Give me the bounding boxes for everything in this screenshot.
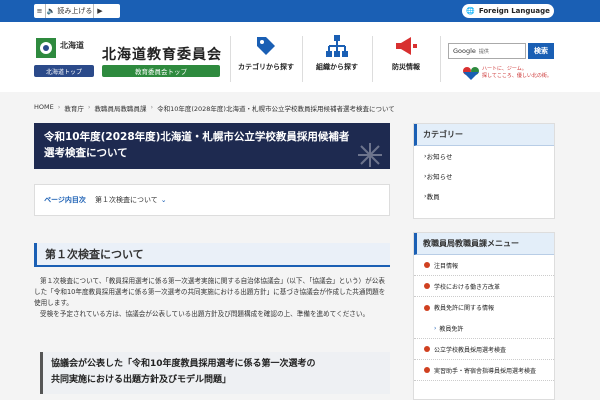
- toc-link-label: 第１次検査について: [95, 196, 158, 204]
- divider: [372, 36, 373, 82]
- search-placeholder: Google: [453, 47, 476, 55]
- menu-item[interactable]: 学校における働き方改革: [414, 276, 554, 297]
- bullet-icon: [424, 346, 430, 352]
- slogan-line: 探してこころ、優しい北の街。: [482, 73, 552, 79]
- tag-icon: [257, 37, 275, 55]
- division-menu: 教職員局教職員課メニュー 注目情報 学校における働き方改革 教員免許に関する情報…: [413, 232, 555, 400]
- hokkaido-logo-icon[interactable]: [36, 38, 56, 58]
- org-chart-icon: [326, 35, 348, 57]
- breadcrumb-item[interactable]: 教育庁: [64, 103, 84, 113]
- speaker-icon: 🔈: [46, 7, 56, 15]
- category-item[interactable]: › 教員: [414, 186, 554, 206]
- breadcrumb-home[interactable]: HOME: [34, 103, 54, 113]
- menu-icon[interactable]: ≡: [34, 4, 46, 18]
- nav-category-label: カテゴリから探す: [238, 63, 294, 71]
- divider: [302, 36, 303, 82]
- menu-item[interactable]: 公立学校教員採用選考検査: [414, 339, 554, 360]
- nav-disaster[interactable]: 防災情報: [376, 34, 436, 84]
- search-provider-hint: 提供: [478, 48, 489, 55]
- category-title: カテゴリー: [414, 124, 554, 146]
- subsection-heading-line: 協議会が公表した「令和10年度教員採用選考に係る第一次選考の: [51, 359, 316, 369]
- bullet-icon: [424, 283, 430, 289]
- menu-item-label: 公立学校教員採用選考検査: [434, 346, 507, 354]
- section-heading: 第１次検査について: [34, 243, 390, 267]
- category-panel: カテゴリー › お知らせ › お知らせ › 教員: [413, 123, 555, 219]
- foreign-language-label: Foreign Language: [478, 7, 550, 15]
- page-title: 令和10年度(2028年度)北海道・札幌市公立学校教員採用候補者 選考検査につい…: [34, 123, 390, 169]
- breadcrumb-separator-icon: ›: [57, 103, 61, 111]
- play-icon[interactable]: ▶: [94, 4, 106, 18]
- section-body: 第１次検査について、「教員採用選考に係る第一次選考実施に関する自治体協議会」(以…: [34, 276, 390, 320]
- chevron-down-icon: ⌄: [160, 196, 167, 204]
- subsection-heading-line: 共同実施における出題方針及びモデル問題」: [51, 375, 232, 385]
- menu-item-label: 教員免許: [439, 325, 464, 333]
- heart-logo-icon: [463, 67, 479, 80]
- toc-label: ページ内目次: [44, 196, 86, 204]
- menu-item-label: 学校における働き方改革: [434, 283, 501, 291]
- subsection-heading: 協議会が公表した「令和10年度教員採用選考に係る第一次選考の 共同実施における出…: [40, 352, 390, 394]
- slogan: ハートに、ジーム。 探してこころ、優しい北の街。: [482, 66, 552, 80]
- paragraph: 受検を予定されている方は、協議会が公表している出題方針及び問題構成を確認の上、準…: [40, 310, 370, 318]
- breadcrumb-item[interactable]: 教職員局教職員課: [94, 103, 146, 113]
- page-title-line: 選考検査について: [44, 147, 128, 159]
- hokkaido-top-link[interactable]: 北海道トップ: [34, 65, 94, 77]
- category-item-label: お知らせ: [426, 153, 453, 161]
- breadcrumb: HOME › 教育庁 › 教職員局教職員課 › 令和10年度(2028年度)北海…: [34, 103, 395, 113]
- bullet-icon: [424, 304, 430, 311]
- read-aloud-label: 読み上げる: [57, 7, 93, 15]
- nav-disaster-label: 防災情報: [392, 63, 420, 71]
- breadcrumb-current: 令和10年度(2028年度)北海道・札幌市公立学校教員採用候補者選考検査について: [157, 105, 395, 113]
- menu-item-label: 教員免許に関する情報: [434, 305, 495, 312]
- chevron-right-icon: ›: [434, 324, 437, 332]
- megaphone-icon: [396, 37, 417, 55]
- menu-item-label: 実習助手・寄宿舎指導員採用選考検査: [434, 367, 537, 375]
- breadcrumb-separator-icon: ›: [150, 103, 154, 111]
- slogan-line: ハートに、ジーム。: [482, 66, 527, 72]
- category-item-label: お知らせ: [426, 173, 453, 181]
- menu-item-label: 注目情報: [434, 262, 459, 270]
- category-item[interactable]: › お知らせ: [414, 146, 554, 166]
- bullet-icon: [424, 262, 430, 268]
- toc-link[interactable]: 第１次検査について ⌄: [95, 195, 167, 205]
- page-toc: ページ内目次 第１次検査について ⌄: [34, 184, 390, 216]
- foreign-language-button[interactable]: 🌐 Foreign Language: [462, 4, 554, 18]
- prefecture-name: 北海道: [60, 41, 84, 50]
- search-button[interactable]: 検索: [528, 43, 554, 59]
- menu-item[interactable]: 実習助手・寄宿舎指導員採用選考検査: [414, 360, 554, 381]
- menu-subitem[interactable]: › 教員免許: [414, 318, 554, 339]
- board-of-education-title[interactable]: 北海道教育委員会: [102, 44, 222, 64]
- read-aloud-button[interactable]: 🔈 読み上げる: [46, 4, 94, 18]
- divider: [230, 36, 231, 82]
- bullet-icon: [424, 367, 430, 373]
- menu-title: 教職員局教職員課メニュー: [414, 233, 554, 255]
- category-item-label: 教員: [426, 193, 440, 201]
- utility-bar: ≡ 🔈 読み上げる ▶ 🌐 Foreign Language: [0, 0, 600, 22]
- nav-organization-label: 組織から探す: [316, 63, 358, 71]
- nav-category[interactable]: カテゴリから探す: [234, 34, 298, 84]
- search-input[interactable]: Google 提供: [448, 43, 526, 59]
- divider: [440, 36, 441, 82]
- board-top-link[interactable]: 教育委員会トップ: [102, 65, 220, 77]
- menu-item[interactable]: 注目情報: [414, 255, 554, 276]
- read-aloud-widget[interactable]: ≡ 🔈 読み上げる ▶: [34, 4, 120, 18]
- page-title-line: 令和10年度(2028年度)北海道・札幌市公立学校教員採用候補者: [44, 131, 350, 143]
- category-item[interactable]: › お知らせ: [414, 166, 554, 186]
- snowflake-icon: [358, 143, 382, 167]
- nav-organization[interactable]: 組織から探す: [306, 34, 368, 84]
- paragraph: 第１次検査について、「教員採用選考に係る第一次選考実施に関する自治体協議会」(以…: [34, 277, 386, 307]
- globe-icon: 🌐: [466, 7, 475, 15]
- menu-item[interactable]: 教員免許に関する情報: [414, 297, 554, 318]
- breadcrumb-separator-icon: ›: [87, 103, 91, 111]
